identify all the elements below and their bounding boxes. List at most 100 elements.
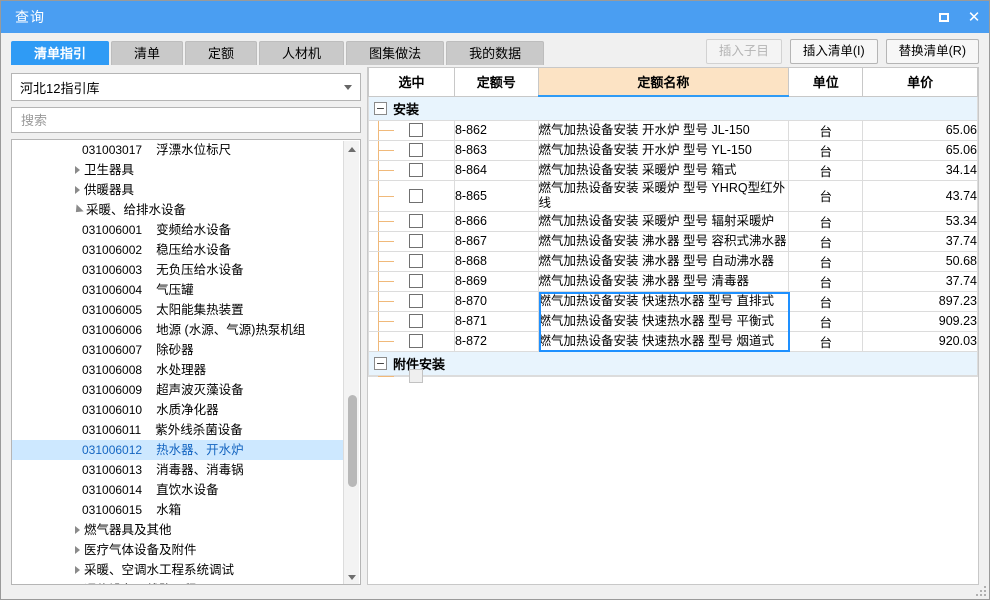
row-checkbox[interactable] <box>409 274 423 288</box>
grid-header-name[interactable]: 定额名称 <box>537 68 790 97</box>
row-price-cell[interactable]: 43.74 <box>862 179 978 212</box>
row-price-cell[interactable]: 50.68 <box>862 250 978 272</box>
row-unit-cell[interactable]: 台 <box>788 179 864 212</box>
table-row[interactable]: 8-864 燃气加热设备安装 采暖炉 型号 箱式台 34.14 <box>368 159 978 181</box>
row-name-cell[interactable]: 燃气加热设备安装 采暖炉 型号 YHRQ型红外线 <box>537 179 790 212</box>
row-name-cell[interactable]: 燃气加热设备安装 采暖炉 型号 箱式 <box>537 159 790 181</box>
insert-sub-item-button[interactable]: 插入子目 <box>705 39 782 64</box>
scroll-up-icon[interactable] <box>344 141 360 157</box>
row-price-cell[interactable]: 897.23 <box>862 290 978 312</box>
row-code-cell[interactable]: 8-864 <box>453 159 539 181</box>
caret-collapsed-icon[interactable] <box>75 566 80 574</box>
tree-leaf-item[interactable]: 031006012 热水器、开水炉 <box>12 440 343 460</box>
tree-leaf-item[interactable]: 031006004 气压罐 <box>12 280 343 300</box>
grid-header-unit[interactable]: 单位 <box>788 68 864 97</box>
tree-group-item[interactable]: 采暖、给排水设备 <box>12 200 343 220</box>
row-checkbox[interactable] <box>409 254 423 268</box>
scroll-down-icon[interactable] <box>344 569 360 584</box>
row-name-cell[interactable]: 燃气加热设备安装 开水炉 型号 JL-150 <box>537 119 790 141</box>
grid-header-check[interactable]: 选中 <box>368 68 455 97</box>
tree-leaf-item[interactable]: 031006003 无负压给水设备 <box>12 260 343 280</box>
grid-group-row[interactable]: − 附件安装 <box>368 350 978 376</box>
tree-leaf-item[interactable]: 031006007 除砂器 <box>12 340 343 360</box>
tree-scrollbar[interactable] <box>343 141 360 584</box>
caret-collapsed-icon[interactable] <box>75 526 80 534</box>
row-checkbox[interactable] <box>409 188 423 203</box>
table-row[interactable]: 8-866 燃气加热设备安装 采暖炉 型号 辐射采暖炉台 53.34 <box>368 210 978 232</box>
row-name-cell[interactable]: 燃气加热设备安装 快速热水器 型号 烟道式 <box>537 330 790 352</box>
row-unit-cell[interactable]: 台 <box>788 230 864 252</box>
row-name-cell[interactable]: 燃气加热设备安装 沸水器 型号 容积式沸水器 <box>537 230 790 252</box>
tree-leaf-item[interactable]: 031006001 变频给水设备 <box>12 220 343 240</box>
caret-collapsed-icon[interactable] <box>75 186 80 194</box>
row-price-cell[interactable]: 53.34 <box>862 210 978 232</box>
grid-group-row[interactable]: − 安装 <box>368 95 978 121</box>
table-row[interactable]: 8-868 燃气加热设备安装 沸水器 型号 自动沸水器台 50.68 <box>368 250 978 272</box>
tree-leaf-item[interactable]: 031006011 紫外线杀菌设备 <box>12 420 343 440</box>
tree-leaf-item[interactable]: 031003017 浮漂水位标尺 <box>12 140 343 160</box>
tree-leaf-item[interactable]: 031006014 直饮水设备 <box>12 480 343 500</box>
collapse-icon[interactable]: − <box>374 101 387 115</box>
insert-list-button[interactable]: 插入清单(I) <box>789 39 878 64</box>
tree-scrollbar-thumb[interactable] <box>348 395 357 487</box>
row-name-cell[interactable]: 燃气加热设备安装 沸水器 型号 清毒器 <box>537 270 790 292</box>
collapse-icon[interactable]: − <box>374 356 387 370</box>
row-price-cell[interactable] <box>862 374 978 377</box>
tree-leaf-item[interactable]: 031006005 太阳能集热装置 <box>12 300 343 320</box>
tree-leaf-item[interactable]: 031006013 消毒器、消毒锅 <box>12 460 343 480</box>
resize-grip-icon[interactable] <box>976 586 986 596</box>
row-unit-cell[interactable] <box>788 374 864 377</box>
tree-group-item[interactable]: 医疗气体设备及附件 <box>12 540 343 560</box>
grid-header-price[interactable]: 单价 <box>862 68 978 97</box>
tree-leaf-item[interactable]: 031006009 超声波灭藻设备 <box>12 380 343 400</box>
replace-list-button[interactable]: 替换清单(R) <box>885 39 979 64</box>
table-row[interactable]: 8-869 燃气加热设备安装 沸水器 型号 清毒器台 37.74 <box>368 270 978 292</box>
row-price-cell[interactable]: 65.06 <box>862 139 978 161</box>
tree-group-item[interactable]: 采暖、空调水工程系统调试 <box>12 560 343 580</box>
row-name-cell[interactable]: 燃气加热设备安装 快速热水器 型号 直排式 <box>537 290 790 312</box>
row-code-cell[interactable]: 8-868 <box>453 250 539 272</box>
tab-2[interactable]: 定额 <box>185 41 258 65</box>
tree-leaf-item[interactable]: 031006008 水处理器 <box>12 360 343 380</box>
search-box[interactable] <box>11 107 361 133</box>
row-unit-cell[interactable]: 台 <box>788 310 864 332</box>
row-price-cell[interactable]: 37.74 <box>862 270 978 292</box>
table-row[interactable]: 8-870 燃气加热设备安装 快速热水器 型号 直排式台 897.23 <box>368 290 978 312</box>
tree-leaf-item[interactable]: 031006015 水箱 <box>12 500 343 520</box>
row-unit-cell[interactable]: 台 <box>788 119 864 141</box>
row-unit-cell[interactable]: 台 <box>788 159 864 181</box>
row-unit-cell[interactable]: 台 <box>788 210 864 232</box>
row-checkbox[interactable] <box>409 163 423 177</box>
row-code-cell[interactable]: 8-871 <box>453 310 539 332</box>
row-name-cell[interactable] <box>537 374 790 377</box>
tree-leaf-item[interactable]: 031006006 地源 (水源、气源)热泵机组 <box>12 320 343 340</box>
row-unit-cell[interactable]: 台 <box>788 139 864 161</box>
caret-collapsed-icon[interactable] <box>75 166 80 174</box>
search-input[interactable] <box>19 111 360 129</box>
tree-group-item[interactable]: 卫生器具 <box>12 160 343 180</box>
row-checkbox[interactable] <box>409 143 423 157</box>
tab-3[interactable]: 人材机 <box>259 41 345 65</box>
table-row[interactable]: 8-872 燃气加热设备安装 快速热水器 型号 烟道式台 920.03 <box>368 330 978 352</box>
row-code-cell[interactable]: 8-862 <box>453 119 539 141</box>
row-code-cell[interactable]: 8-866 <box>453 210 539 232</box>
row-price-cell[interactable]: 65.06 <box>862 119 978 141</box>
tree-leaf-item[interactable]: 031006010 水质净化器 <box>12 400 343 420</box>
row-checkbox[interactable] <box>409 334 423 348</box>
row-name-cell[interactable]: 燃气加热设备安装 沸水器 型号 自动沸水器 <box>537 250 790 272</box>
row-code-cell[interactable]: 8-872 <box>453 330 539 352</box>
caret-expanded-icon[interactable] <box>72 204 84 216</box>
row-code-cell[interactable]: 8-863 <box>453 139 539 161</box>
table-row[interactable]: 8-871 燃气加热设备安装 快速热水器 型号 平衡式台 909.23 <box>368 310 978 332</box>
row-checkbox[interactable] <box>409 294 423 308</box>
row-unit-cell[interactable]: 台 <box>788 270 864 292</box>
grid-header-code[interactable]: 定额号 <box>453 68 539 97</box>
tab-1[interactable]: 清单 <box>111 41 184 65</box>
row-name-cell[interactable]: 燃气加热设备安装 采暖炉 型号 辐射采暖炉 <box>537 210 790 232</box>
table-row[interactable]: 8-863 燃气加热设备安装 开水炉 型号 YL-150 台 65.06 <box>368 139 978 161</box>
table-row[interactable]: 8-865 燃气加热设备安装 采暖炉 型号 YHRQ型红外线台 43.74 <box>368 179 978 212</box>
maximize-icon[interactable] <box>929 1 959 33</box>
row-checkbox[interactable] <box>409 234 423 248</box>
row-unit-cell[interactable]: 台 <box>788 250 864 272</box>
row-code-cell[interactable]: 8-867 <box>453 230 539 252</box>
